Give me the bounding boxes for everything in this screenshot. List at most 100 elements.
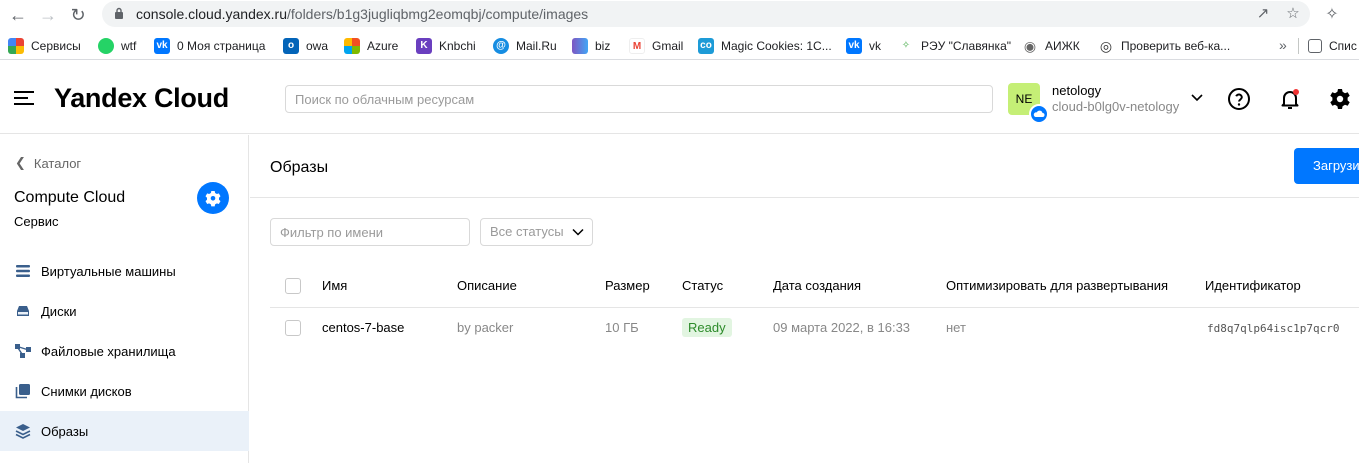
biz-icon bbox=[572, 38, 588, 54]
sidebar-item-label: Образы bbox=[41, 423, 89, 439]
vk-icon: vk bbox=[154, 38, 170, 54]
images-icon bbox=[15, 424, 31, 439]
search-input[interactable] bbox=[285, 85, 993, 113]
select-all-checkbox[interactable] bbox=[285, 278, 301, 294]
column-header-created[interactable]: Дата создания bbox=[773, 278, 861, 293]
account-name[interactable]: netology bbox=[1052, 83, 1101, 98]
snapshot-icon bbox=[15, 384, 30, 399]
image-name[interactable]: centos-7-base bbox=[322, 320, 404, 335]
forward-arrow-icon[interactable]: → bbox=[38, 5, 58, 25]
column-header-optimize[interactable]: Оптимизировать для развертывания bbox=[946, 278, 1168, 293]
leaf-icon: ✧ bbox=[898, 38, 914, 54]
whatsapp-icon bbox=[98, 38, 114, 54]
back-label: Каталог bbox=[33, 155, 82, 171]
url-text: console.cloud.yandex.ru/folders/b1g3jugl… bbox=[136, 6, 589, 22]
sidebar-item-virtual-machines[interactable]: Виртуальные машины bbox=[0, 251, 249, 291]
outlook-icon: o bbox=[283, 38, 299, 54]
vk-icon: vk bbox=[846, 38, 862, 54]
k-icon: K bbox=[416, 38, 432, 54]
sidebar-item-snapshots[interactable]: Снимки дисков bbox=[0, 371, 249, 411]
column-header-description[interactable]: Описание bbox=[457, 278, 517, 293]
status-filter-select[interactable]: Все статусы bbox=[480, 218, 593, 246]
webcam-icon: ◎ bbox=[1098, 38, 1114, 54]
column-header-size[interactable]: Размер bbox=[605, 278, 650, 293]
sidebar-item-label: Виртуальные машины bbox=[41, 263, 176, 279]
page-title: Образы bbox=[270, 159, 329, 176]
help-icon[interactable] bbox=[1227, 87, 1251, 111]
service-subtitle: Сервис bbox=[14, 214, 59, 229]
share-icon[interactable]: ↗ bbox=[1254, 5, 1272, 23]
name-filter-input[interactable] bbox=[270, 218, 470, 246]
disk-icon bbox=[17, 306, 29, 316]
settings-gear-icon[interactable] bbox=[1328, 87, 1352, 111]
list-icon bbox=[1308, 39, 1322, 53]
cookie-icon: co bbox=[698, 38, 714, 54]
bookmark-check-camera[interactable]: ◎ Проверить веб-ка... bbox=[1098, 37, 1230, 55]
reading-list[interactable]: Спис bbox=[1308, 37, 1357, 55]
browser-toolbar: ← → ↻ console.cloud.yandex.ru/folders/b1… bbox=[0, 0, 1359, 30]
image-description: by packer bbox=[457, 320, 514, 335]
bookmark-magic-cookies[interactable]: co Magic Cookies: 1С... bbox=[698, 37, 832, 55]
sidebar-item-disks[interactable]: Диски bbox=[0, 291, 249, 331]
cloud-name[interactable]: cloud-b0lg0v-netology bbox=[1052, 99, 1179, 114]
app-header: Yandex Cloud NE netology cloud-b0lg0v-ne… bbox=[0, 61, 1359, 134]
column-header-id[interactable]: Идентификатор bbox=[1205, 278, 1301, 293]
table-header-divider bbox=[270, 307, 1359, 308]
gmail-icon: M bbox=[629, 38, 645, 54]
chevron-left-icon: ❮ bbox=[15, 155, 26, 170]
row-checkbox[interactable] bbox=[285, 320, 301, 336]
bookmark-vk-page[interactable]: vk 0 Моя страница bbox=[154, 37, 265, 55]
microsoft-icon bbox=[344, 38, 360, 54]
menu-icon[interactable] bbox=[14, 90, 34, 106]
vm-icon bbox=[16, 265, 30, 277]
main-content: Образы Загрузить Все статусы Имя Описани… bbox=[250, 135, 1359, 463]
bookmark-mailru[interactable]: @ Mail.Ru bbox=[493, 37, 557, 55]
notifications-bell-icon[interactable] bbox=[1278, 87, 1302, 111]
star-icon[interactable]: ☆ bbox=[1284, 5, 1302, 23]
bookmark-azure[interactable]: Azure bbox=[344, 37, 398, 55]
column-header-status[interactable]: Статус bbox=[682, 278, 723, 293]
apps-grid-icon bbox=[8, 38, 24, 54]
bookmark-aizhk[interactable]: ◉ АИЖК bbox=[1022, 37, 1080, 55]
mailru-icon: @ bbox=[493, 38, 509, 54]
bookmark-reu[interactable]: ✧ РЭУ "Славянка" bbox=[898, 37, 1011, 55]
back-arrow-icon[interactable]: ← bbox=[8, 5, 28, 25]
column-header-name[interactable]: Имя bbox=[322, 278, 347, 293]
bookmark-knbchi[interactable]: K Knbchi bbox=[416, 37, 476, 55]
bookmark-gmail[interactable]: M Gmail bbox=[629, 37, 683, 55]
bookmarks-bar: Сервисы wtf vk 0 Моя страница o owa Azure … bbox=[0, 30, 1359, 60]
lock-icon bbox=[115, 7, 123, 19]
gear-icon bbox=[205, 191, 221, 207]
file-storage-icon bbox=[15, 344, 31, 358]
bookmark-owa[interactable]: o owa bbox=[283, 37, 328, 55]
extensions-icon[interactable]: ✧ bbox=[1322, 5, 1342, 25]
service-title: Compute Cloud bbox=[14, 189, 126, 206]
chevron-down-icon[interactable] bbox=[1190, 92, 1204, 102]
divider bbox=[250, 197, 1359, 198]
bookmark-biz[interactable]: biz bbox=[572, 37, 610, 55]
upload-image-button[interactable]: Загрузить bbox=[1294, 148, 1359, 184]
bookmarks-divider bbox=[1298, 38, 1299, 54]
chevron-down-icon bbox=[572, 228, 584, 236]
sidebar-item-label: Снимки дисков bbox=[41, 383, 132, 399]
bookmark-vk[interactable]: vk vk bbox=[846, 37, 881, 55]
bookmark-wtf[interactable]: wtf bbox=[98, 37, 136, 55]
bookmarks-overflow-button[interactable]: » bbox=[1279, 37, 1287, 53]
service-settings-button[interactable] bbox=[197, 182, 229, 214]
sidebar-item-label: Файловые хранилища bbox=[41, 343, 176, 359]
sidebar: ❮ Каталог Compute Cloud Сервис Виртуальн… bbox=[0, 135, 249, 463]
bookmark-services[interactable]: Сервисы bbox=[8, 37, 81, 55]
sidebar-item-images[interactable]: Образы bbox=[0, 411, 249, 451]
logo[interactable]: Yandex Cloud bbox=[54, 83, 229, 114]
sidebar-item-label: Диски bbox=[41, 303, 77, 319]
back-to-catalog-link[interactable]: ❮ Каталог bbox=[15, 155, 81, 171]
reload-icon[interactable]: ↻ bbox=[68, 5, 88, 25]
globe-icon: ◉ bbox=[1022, 38, 1038, 54]
address-bar[interactable]: console.cloud.yandex.ru/folders/b1g3jugl… bbox=[102, 1, 1310, 27]
sidebar-item-file-storage[interactable]: Файловые хранилища bbox=[0, 331, 249, 371]
image-id: fd8q7qlp64isc1p7qcr0 bbox=[1207, 322, 1340, 335]
image-size: 10 ГБ bbox=[605, 320, 639, 335]
status-badge: Ready bbox=[682, 318, 732, 337]
image-created: 09 марта 2022, в 16:33 bbox=[773, 320, 911, 335]
image-optimize: нет bbox=[946, 320, 966, 335]
